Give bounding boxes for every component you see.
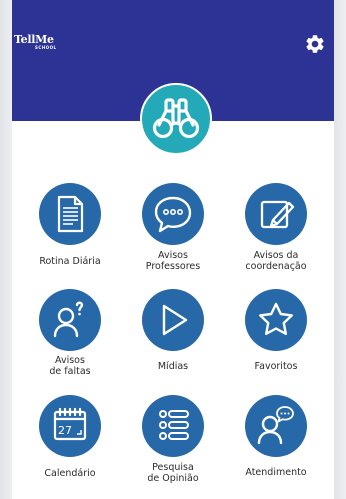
menu-item-pesquisa-opiniao[interactable]: Pesquisa de Opinião — [121, 395, 225, 484]
menu-item-calendario[interactable]: 27 Calendário — [18, 395, 122, 479]
survey-list-icon — [159, 410, 189, 440]
menu-item-label: Mídias — [157, 361, 189, 372]
label-line-1: Pesquisa — [152, 462, 194, 473]
menu-item-circle — [245, 395, 307, 457]
label-line-1: Avisos — [158, 250, 188, 261]
menu-item-label: Rotina Diária — [39, 256, 101, 267]
binoculars-icon — [152, 98, 200, 139]
calendar-icon: 27 — [53, 407, 87, 441]
menu-item-label: Avisos de faltas — [18, 355, 122, 377]
star-icon — [259, 302, 293, 335]
menu-item-circle — [245, 183, 307, 245]
chat-bubble-icon — [154, 196, 192, 233]
menu-item-favoritos[interactable]: Favoritos — [224, 289, 328, 372]
menu-item-label: Avisos da coordenação — [224, 250, 328, 272]
menu-item-rotina-diaria[interactable]: Rotina Diária — [18, 183, 122, 267]
menu-item-atendimento[interactable]: Atendimento — [224, 395, 328, 478]
label-line-2: de Opinião — [147, 473, 199, 484]
person-chat-icon — [257, 406, 294, 445]
menu-item-circle — [39, 289, 101, 351]
label-line-2: de faltas — [49, 366, 91, 377]
menu-item-avisos-coordenacao[interactable]: Avisos da coordenação — [224, 183, 328, 272]
menu-item-circle — [142, 395, 204, 457]
label-line-2: Professores — [145, 261, 201, 272]
label-line-1: Avisos da — [253, 250, 299, 261]
menu-item-circle — [142, 183, 204, 245]
background-left — [0, 0, 12, 499]
app-screen: TellMe SCHOOL Rotina Diária Avisos Profe… — [12, 0, 334, 499]
menu-item-circle — [142, 289, 204, 351]
menu-item-circle — [39, 183, 101, 245]
menu-item-midias[interactable]: Mídias — [121, 289, 225, 372]
menu-item-avisos-faltas[interactable]: Avisos de faltas — [18, 289, 122, 377]
menu-item-circle — [245, 289, 307, 351]
menu-item-avisos-professores[interactable]: Avisos Professores — [121, 183, 225, 272]
document-icon — [57, 195, 84, 233]
logo-subtext: SCHOOL — [35, 45, 57, 50]
menu-item-circle: 27 — [39, 395, 101, 457]
menu-item-label: Pesquisa de Opinião — [121, 462, 225, 484]
label-line-1: Avisos — [55, 355, 85, 366]
menu-item-label: Avisos Professores — [121, 250, 225, 272]
play-icon — [162, 304, 188, 336]
background-right — [334, 0, 346, 499]
menu-item-label: Atendimento — [245, 467, 307, 478]
hero-badge — [140, 83, 212, 155]
edit-note-icon — [260, 200, 295, 229]
person-question-icon — [53, 301, 84, 338]
app-logo: TellMe SCHOOL — [14, 34, 57, 50]
menu-item-label: Calendário — [44, 468, 96, 479]
gear-icon[interactable] — [304, 33, 326, 55]
menu-item-label: Favoritos — [254, 361, 298, 372]
calendar-day-text: 27 — [58, 424, 72, 437]
label-line-2: coordenação — [245, 261, 307, 272]
logo-text: TellMe — [14, 33, 54, 46]
